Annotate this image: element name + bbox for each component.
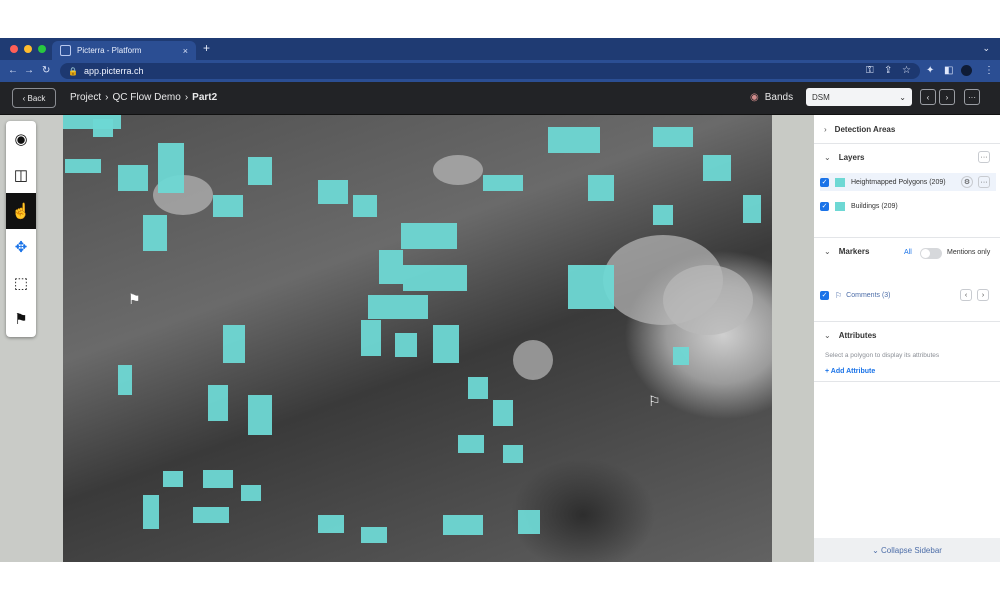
url-field[interactable]: 🔒 app.picterra.ch [60,63,920,79]
breadcrumb-project[interactable]: Project [70,92,101,103]
address-bar-row: ← → ↻ 🔒 app.picterra.ch ⚿ ⇪ ☆ ✦ ◧ ⋮ [0,60,1000,82]
bands-control: ◉ Bands [750,92,793,103]
section-detection-areas[interactable]: › Detection Areas [814,115,1000,144]
comments-label: Comments (3) [846,291,891,299]
markers-title: Markers [838,247,870,256]
new-tab-button[interactable]: + [203,41,210,55]
mentions-only-label: Mentions only [947,249,991,256]
attributes-header[interactable]: ⌄ Attributes [824,331,876,340]
chevron-down-icon: ⌄ [824,247,831,256]
map-viewport[interactable]: ⚑ ⚐ ◉ ◫ ☝ ✥ ⬚ ⚑ [0,115,814,562]
attributes-hint: Select a polygon to display its attribut… [825,352,940,359]
back-label: Back [27,93,46,103]
prev-button[interactable]: ‹ [920,89,936,105]
tab-strip: Picterra - Platform × + ⌄ [0,38,1000,60]
next-button[interactable]: › [939,89,955,105]
more-options-button[interactable]: ··· [964,89,980,105]
chevron-down-icon: ⌄ [824,331,831,340]
breadcrumb: Project › QC Flow Demo › Part2 [70,92,217,103]
flag-marker-icon[interactable]: ⚐ [648,393,661,410]
layer-more-button[interactable]: ··· [978,176,990,188]
app-header: ‹ Back Project › QC Flow Demo › Part2 ◉ … [0,82,1000,115]
sidebar: › Detection Areas ⌄ Layers ··· ✓ Heightmap… [814,115,1000,562]
checkbox-checked-icon[interactable]: ✓ [820,290,829,300]
bookmark-star-icon[interactable]: ☆ [902,65,911,76]
move-node-icon[interactable]: ✥ [6,229,36,265]
forward-arrow-icon[interactable]: → [24,65,34,76]
layer-settings-icon[interactable]: ⚙ [961,176,973,188]
url-text: app.picterra.ch [83,66,144,76]
reload-icon[interactable]: ↻ [42,65,50,76]
breadcrumb-current: Part2 [192,92,218,103]
eye-icon[interactable]: ◉ [6,121,36,157]
checkbox-checked-icon[interactable]: ✓ [820,201,829,211]
share-icon[interactable]: ⇪ [884,65,892,76]
dsm-raster[interactable] [63,115,772,562]
attributes-title: Attributes [838,331,877,340]
comment-flag-icon: ⚐ [835,290,843,300]
tab-list-icon[interactable]: ⌄ [982,43,990,54]
select-rect-icon[interactable]: ⬚ [6,265,36,301]
section-attributes: ⌄ Attributes Select a polygon to display … [814,321,1000,382]
layer-label: Buildings (209) [851,202,898,210]
layer-label: Heightmapped Polygons (209) [851,178,946,186]
bands-label: Bands [764,92,794,103]
back-arrow-icon[interactable]: ← [8,65,18,76]
minimize-window-button[interactable] [24,45,32,53]
favicon-icon [60,45,71,56]
layer-color-swatch [835,201,845,211]
eye-icon[interactable]: ◉ [750,92,759,103]
flag-icon[interactable]: ⚑ [6,301,36,337]
filter-all-link[interactable]: All [904,249,912,256]
markers-header[interactable]: ⌄ Markers [824,247,869,256]
mentions-toggle[interactable] [920,248,942,259]
layer-row[interactable]: ✓ Buildings (209) [820,197,996,215]
checkbox-checked-icon[interactable]: ✓ [820,177,829,187]
detection-areas-title: Detection Areas [834,125,896,134]
browser-tab[interactable]: Picterra - Platform × [52,41,196,60]
browser-window: Picterra - Platform × + ⌄ ← → ↻ 🔒 app.pi… [0,38,1000,562]
extensions-icon[interactable]: ✦ [926,65,934,76]
chevron-down-icon: ⌄ [899,92,906,102]
chevron-right-icon: › [105,92,109,103]
tab-close-icon[interactable]: × [183,46,188,56]
comments-prev-button[interactable]: ‹ [960,289,972,301]
flag-marker-icon[interactable]: ⚑ [128,291,141,308]
layer-color-swatch [835,177,845,187]
chevron-right-icon: › [824,125,827,134]
close-window-button[interactable] [10,45,18,53]
key-icon[interactable]: ⚿ [866,65,874,76]
bands-select-value: DSM [812,92,830,102]
lock-icon: 🔒 [68,66,78,76]
breadcrumb-folder[interactable]: QC Flow Demo [112,92,180,103]
layers-header[interactable]: ⌄ Layers [824,153,865,162]
collapse-label: Collapse Sidebar [881,545,942,555]
comments-next-button[interactable]: › [977,289,989,301]
basemap-right [772,115,814,562]
maximize-window-button[interactable] [38,45,46,53]
split-view-icon[interactable]: ◫ [6,157,36,193]
collapse-sidebar-button[interactable]: ⌄ Collapse Sidebar [814,538,1000,562]
add-attribute-link[interactable]: + Add Attribute [825,368,875,375]
chevron-double-down-icon: ⌄ [872,545,881,555]
sidepanel-icon[interactable]: ◧ [944,65,953,76]
layers-more-button[interactable]: ··· [978,151,990,163]
chevron-down-icon: ⌄ [824,153,831,162]
hand-pointer-icon[interactable]: ☝ [6,193,36,229]
profile-avatar[interactable] [961,65,972,76]
layers-title: Layers [838,153,865,162]
tab-title: Picterra - Platform [77,46,142,55]
section-markers: ⌄ Markers All Mentions only ✓ ⚐ Comments … [814,237,1000,322]
map-toolbar: ◉ ◫ ☝ ✥ ⬚ ⚑ [6,121,36,337]
window-controls [10,45,46,53]
section-layers: ⌄ Layers ··· ✓ Heightmapped Polygons (209… [814,143,1000,238]
bands-select[interactable]: DSM ⌄ [806,88,912,106]
chevron-right-icon: › [184,92,189,103]
back-button[interactable]: ‹ Back [12,88,56,108]
browser-menu-icon[interactable]: ⋮ [984,65,994,76]
